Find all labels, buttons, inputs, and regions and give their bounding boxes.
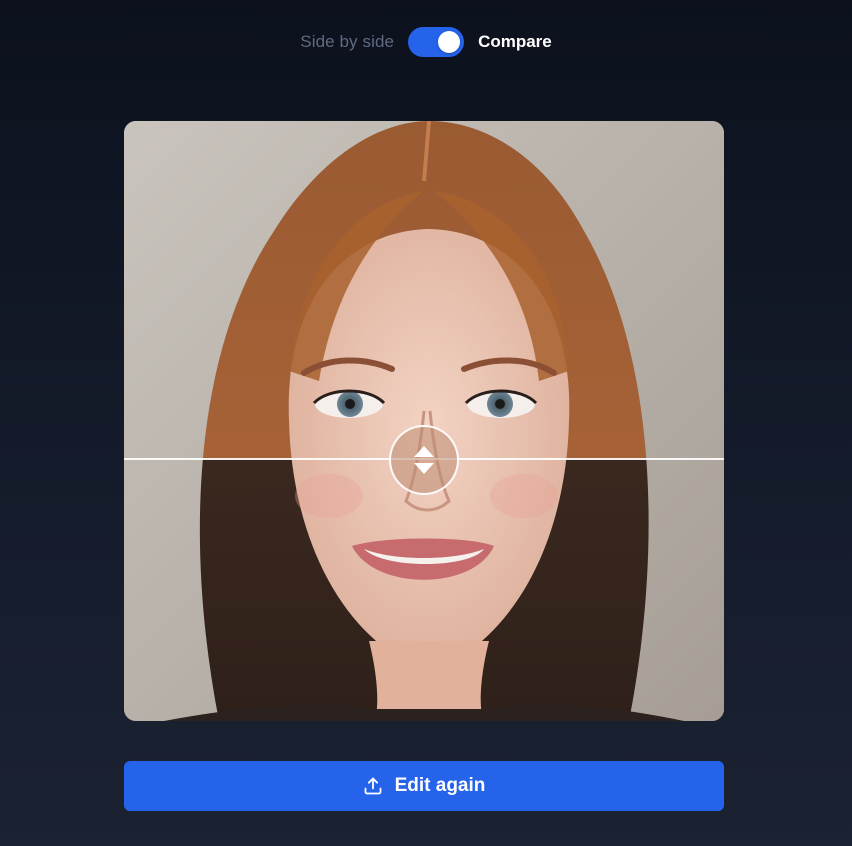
portrait-photo xyxy=(124,121,724,721)
side-by-side-label[interactable]: Side by side xyxy=(300,32,394,52)
view-mode-toggle-row: Side by side Compare xyxy=(0,26,852,58)
view-mode-switch[interactable] xyxy=(408,27,465,57)
edit-again-button[interactable]: Edit again xyxy=(124,761,724,811)
compare-slider-handle[interactable] xyxy=(389,425,459,495)
before-after-compare-view[interactable] xyxy=(124,121,724,721)
edit-again-label: Edit again xyxy=(394,775,486,796)
upload-icon xyxy=(364,777,382,795)
arrow-down-icon xyxy=(414,463,434,474)
arrow-up-icon xyxy=(414,446,434,457)
switch-knob xyxy=(438,31,461,53)
compare-label[interactable]: Compare xyxy=(478,32,552,52)
